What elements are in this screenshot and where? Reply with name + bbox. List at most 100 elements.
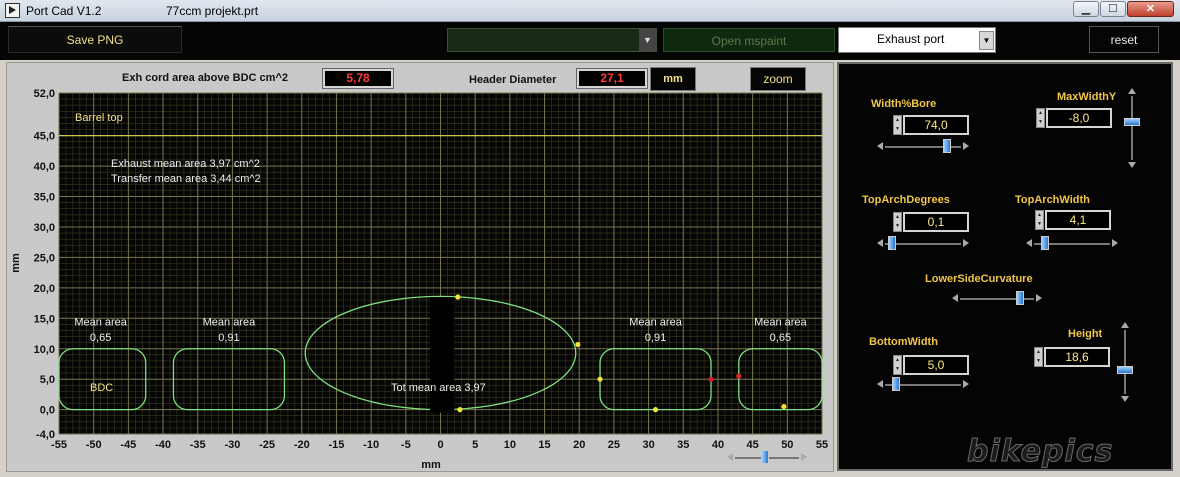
- port-parameters-panel: Width%Bore ▲ ▼ 74,0 MaxWidthY ▲ ▼ -8,0 Top…: [837, 62, 1173, 471]
- y-tick-label: 15,0: [34, 313, 55, 325]
- maximize-button[interactable]: ☐: [1100, 1, 1126, 17]
- bottom-width-spinner[interactable]: ▲ ▼ 5,0: [893, 355, 969, 375]
- port-select[interactable]: Exhaust port ▼: [838, 27, 996, 53]
- x-tick-label: 25: [608, 439, 620, 451]
- port-plot[interactable]: -55 -50 -45 -40 -35 -30 -25 -20 -15 -10 -5 0 5 10 15 20…: [7, 63, 835, 473]
- slider-up-arrow[interactable]: [1128, 88, 1136, 94]
- y-tick-label: 10,0: [34, 344, 55, 356]
- control-point: [597, 376, 603, 382]
- top-arch-width-label: TopArchWidth: [1015, 194, 1090, 206]
- height-spinner[interactable]: ▲ ▼ 18,6: [1034, 347, 1110, 367]
- slider-thumb[interactable]: [1117, 366, 1133, 375]
- slider-right-arrow[interactable]: [1036, 294, 1042, 302]
- x-tick-label: -5: [401, 439, 411, 451]
- minimize-button[interactable]: ▁: [1073, 1, 1099, 17]
- slider-right-arrow[interactable]: [963, 142, 969, 150]
- top-arch-width-spinner[interactable]: ▲ ▼ 4,1: [1035, 210, 1111, 230]
- slider-thumb[interactable]: [942, 139, 951, 153]
- toolbar: Save PNG ▼ Open mspaint Exhaust port ▼ r…: [0, 22, 1180, 60]
- slider-thumb[interactable]: [891, 377, 900, 391]
- open-mspaint-button[interactable]: Open mspaint: [663, 28, 835, 52]
- slider-thumb[interactable]: [761, 450, 769, 464]
- y-tick-label: 0,0: [40, 405, 55, 417]
- x-tick-label: -35: [190, 439, 206, 451]
- height-label: Height: [1068, 328, 1103, 340]
- slider-thumb[interactable]: [1124, 118, 1140, 127]
- top-arch-width-field[interactable]: 4,1: [1045, 210, 1111, 230]
- chevron-down-icon[interactable]: ▼: [639, 29, 656, 51]
- slider-left-arrow[interactable]: [727, 453, 733, 461]
- spinner-arrows-icon[interactable]: ▲ ▼: [1034, 347, 1043, 367]
- mean-area-value: 0,65: [770, 332, 791, 344]
- lower-side-curvature-slider[interactable]: [952, 291, 1042, 305]
- slider-right-arrow[interactable]: [801, 453, 807, 461]
- slider-up-arrow[interactable]: [1121, 322, 1129, 328]
- slider-thumb[interactable]: [1040, 236, 1049, 250]
- width-bore-spinner[interactable]: ▲ ▼ 74,0: [893, 115, 969, 135]
- x-tick-label: -25: [259, 439, 275, 451]
- reset-button[interactable]: reset: [1089, 26, 1159, 53]
- control-point: [455, 294, 461, 300]
- max-width-y-label: MaxWidthY: [1057, 91, 1117, 103]
- file-name: 77ccm projekt.prt: [166, 4, 259, 18]
- spinner-arrows-icon[interactable]: ▲ ▼: [893, 115, 902, 135]
- top-arch-degrees-spinner[interactable]: ▲ ▼ 0,1: [893, 212, 969, 232]
- slider-right-arrow[interactable]: [963, 380, 969, 388]
- slider-right-arrow[interactable]: [963, 239, 969, 247]
- slider-down-arrow[interactable]: [1121, 396, 1129, 402]
- max-width-y-slider[interactable]: [1124, 88, 1140, 168]
- width-bore-field[interactable]: 74,0: [903, 115, 969, 135]
- x-tick-label: -10: [363, 439, 379, 451]
- width-bore-slider[interactable]: [877, 139, 969, 153]
- slider-track: [1131, 96, 1133, 160]
- slider-left-arrow[interactable]: [877, 239, 883, 247]
- top-arch-degrees-slider[interactable]: [877, 236, 969, 250]
- max-width-y-field[interactable]: -8,0: [1046, 108, 1112, 128]
- spinner-arrows-icon[interactable]: ▲ ▼: [893, 212, 902, 232]
- top-arch-width-slider[interactable]: [1026, 236, 1118, 250]
- spinner-arrows-icon[interactable]: ▲ ▼: [1035, 210, 1044, 230]
- slider-thumb[interactable]: [1016, 291, 1025, 305]
- slider-left-arrow[interactable]: [952, 294, 958, 302]
- control-point: [652, 407, 659, 413]
- height-slider[interactable]: [1117, 322, 1133, 402]
- exhaust-bridge: [430, 296, 455, 413]
- slider-track: [1124, 330, 1126, 394]
- y-tick-label: 45,0: [34, 131, 55, 143]
- tot-mean-label: Tot mean area 3,97: [391, 382, 486, 394]
- bottom-width-field[interactable]: 5,0: [903, 355, 969, 375]
- mean-area-value: 0,65: [90, 332, 111, 344]
- slider-left-arrow[interactable]: [877, 142, 883, 150]
- spinner-arrows-icon[interactable]: ▲ ▼: [893, 355, 902, 375]
- port-select-value: Exhaust port: [877, 32, 945, 46]
- y-tick-label: 5,0: [40, 374, 55, 386]
- max-width-y-spinner[interactable]: ▲ ▼ -8,0: [1036, 108, 1112, 128]
- y-tick-label: 30,0: [34, 222, 55, 234]
- chevron-down-icon[interactable]: ▼: [979, 31, 994, 50]
- control-point: [575, 341, 581, 348]
- image-select-dropdown[interactable]: ▼: [447, 28, 657, 52]
- mean-area-value: 0,91: [645, 332, 666, 344]
- barrel-top-label: Barrel top: [75, 112, 123, 124]
- slider-thumb[interactable]: [888, 236, 897, 250]
- slider-track: [885, 243, 961, 245]
- top-arch-degrees-field[interactable]: 0,1: [903, 212, 969, 232]
- x-pan-slider[interactable]: [727, 450, 807, 464]
- slider-left-arrow[interactable]: [1026, 239, 1032, 247]
- y-tick-label: 52,0: [34, 88, 55, 100]
- bottom-width-slider[interactable]: [877, 377, 969, 391]
- slider-right-arrow[interactable]: [1112, 239, 1118, 247]
- save-png-button[interactable]: Save PNG: [8, 26, 182, 53]
- x-tick-label: 20: [573, 439, 585, 451]
- x-tick-label: 5: [472, 439, 478, 451]
- y-tick-label: 25,0: [34, 252, 55, 264]
- maximize-icon: ☐: [1108, 3, 1118, 15]
- mean-area-value: 0,91: [218, 332, 239, 344]
- close-button[interactable]: ✕: [1127, 1, 1174, 17]
- slider-down-arrow[interactable]: [1128, 162, 1136, 168]
- height-field[interactable]: 18,6: [1044, 347, 1110, 367]
- slider-left-arrow[interactable]: [877, 380, 883, 388]
- x-tick-label: -30: [224, 439, 240, 451]
- mean-area-label: Mean area: [203, 317, 256, 329]
- spinner-arrows-icon[interactable]: ▲ ▼: [1036, 108, 1045, 128]
